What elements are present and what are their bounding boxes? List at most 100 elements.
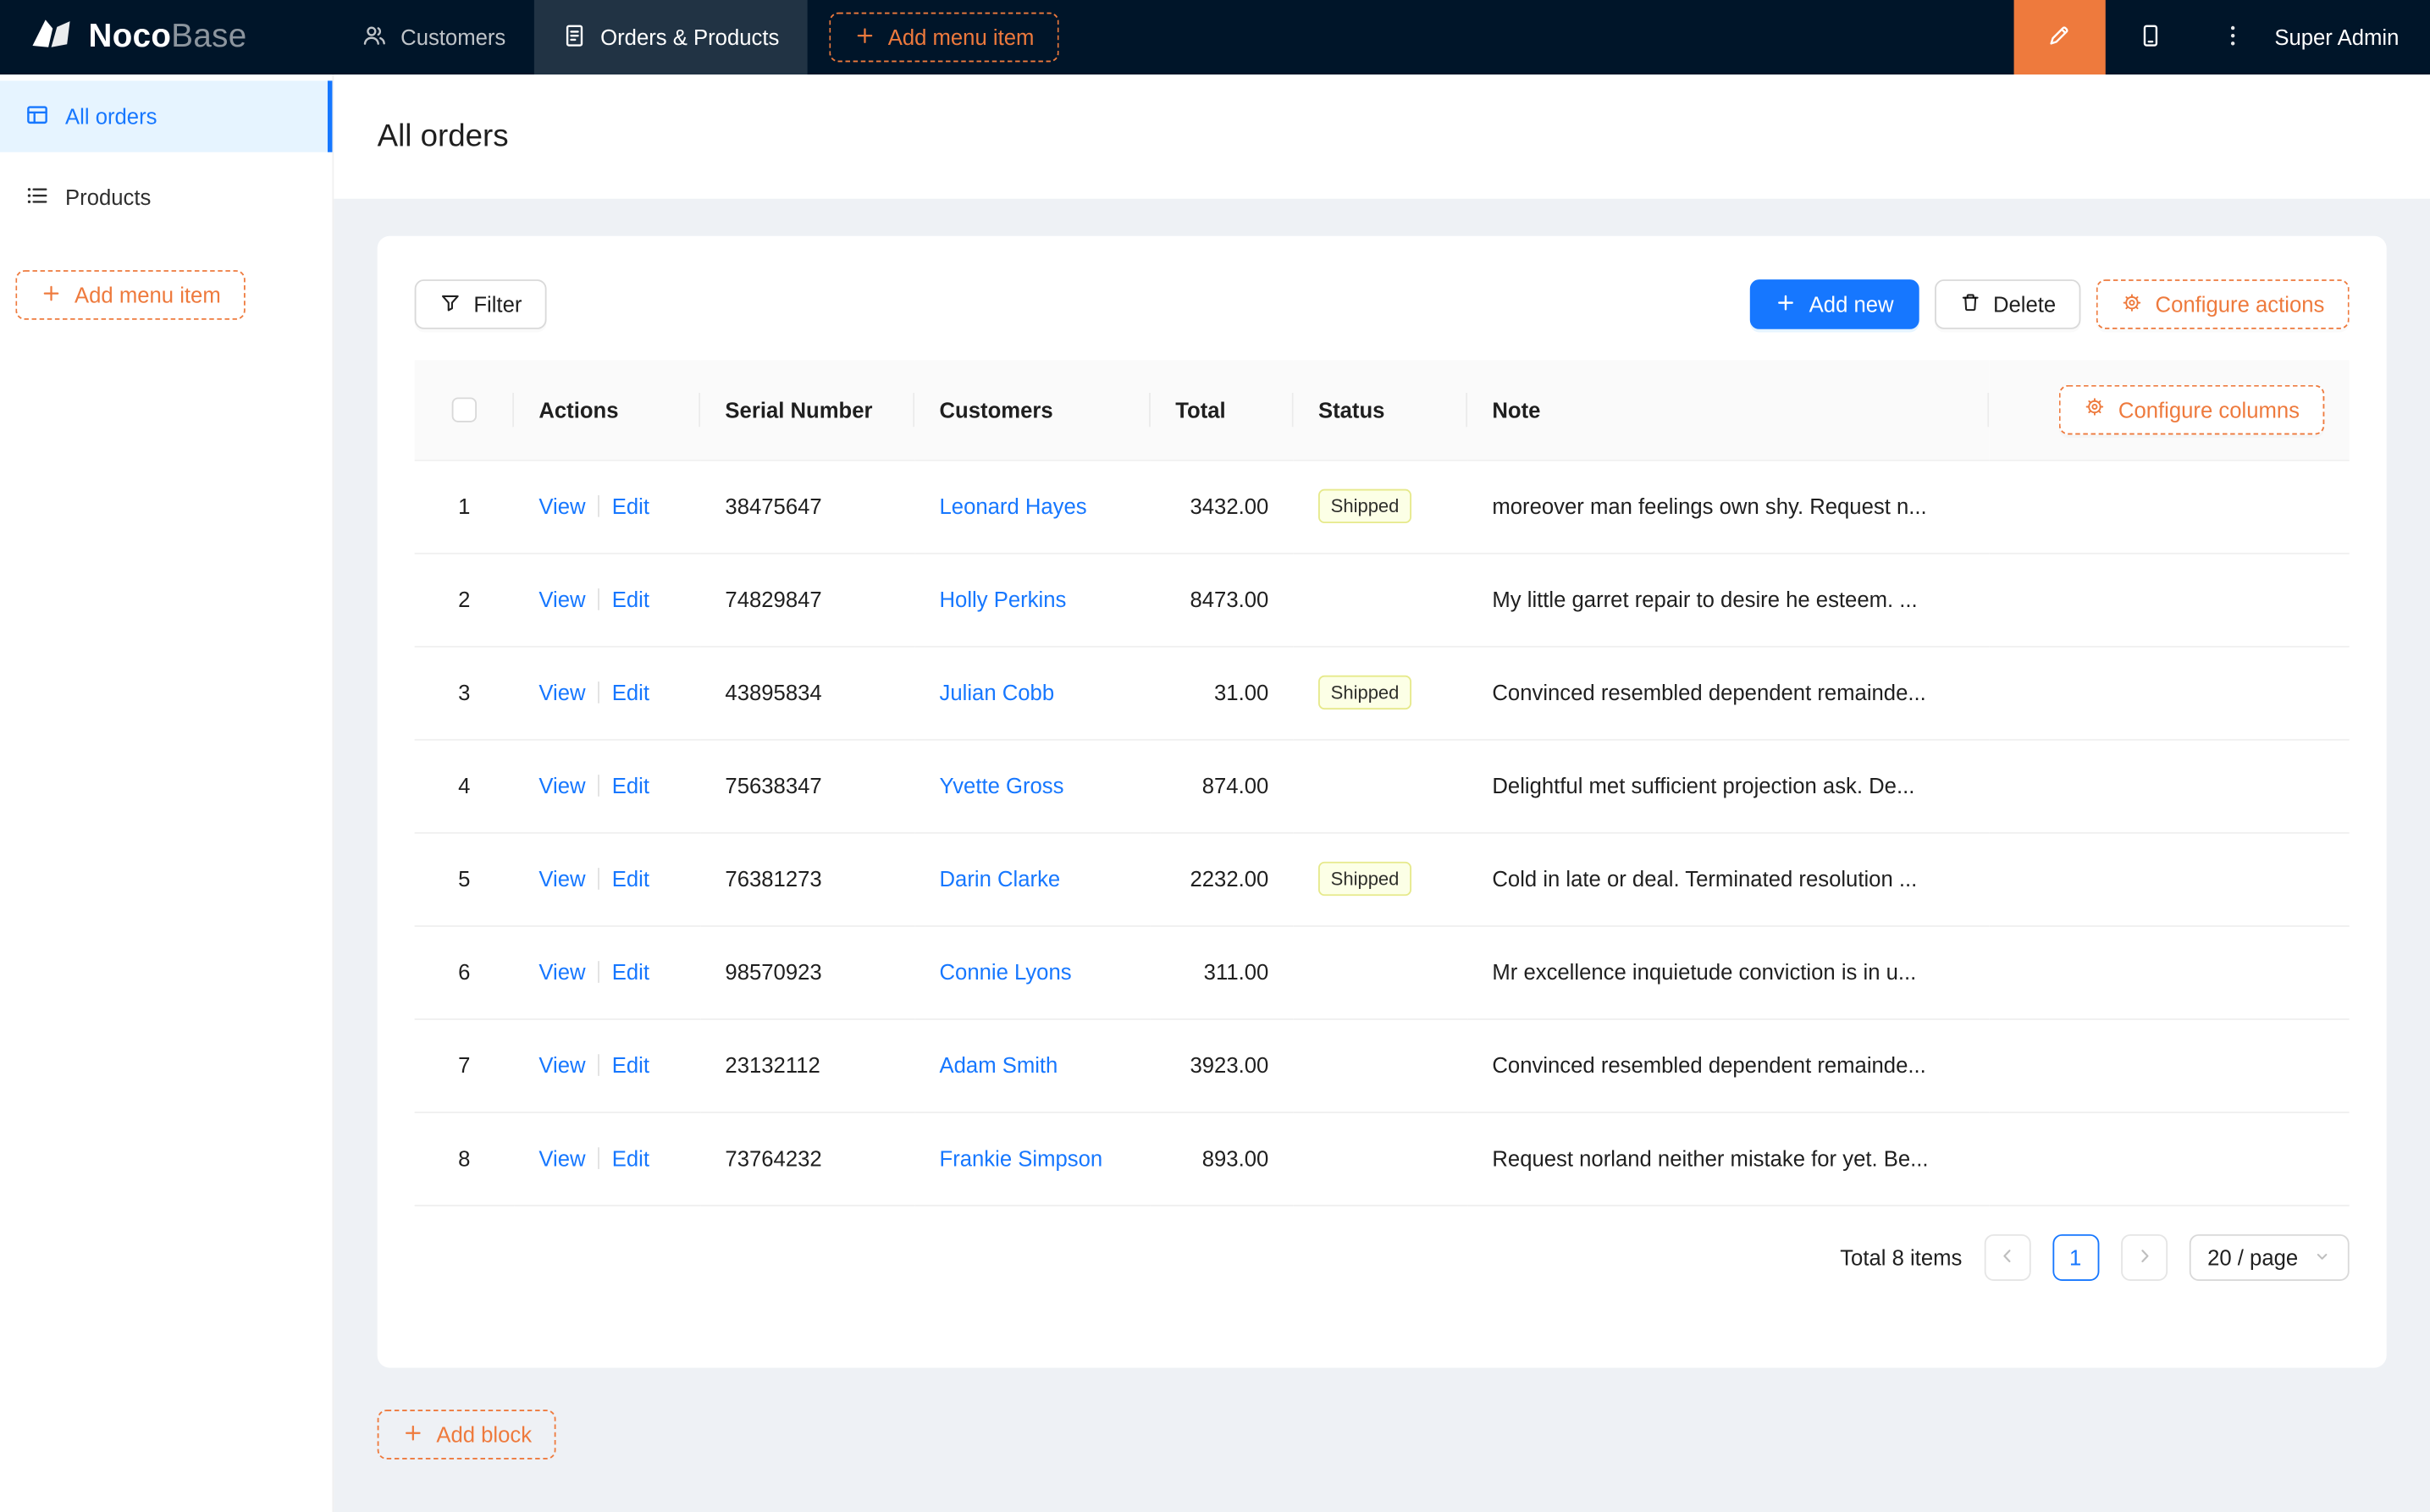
status-cell [1293, 925, 1468, 1019]
user-name: Super Admin [2274, 25, 2400, 50]
row-actions: View Edit [514, 738, 701, 833]
edit-link[interactable]: Edit [612, 494, 649, 518]
total-cell: 2232.00 [1150, 831, 1294, 926]
edit-link[interactable]: Edit [612, 680, 649, 704]
col-header-note: Note [1467, 360, 1990, 461]
edit-link[interactable]: Edit [612, 773, 649, 797]
row-index: 4 [414, 738, 515, 833]
serial-number-cell: 98570923 [700, 925, 915, 1019]
table-row: 6 View Edit 98570923 Connie Lyons 311.00 … [414, 925, 2350, 1019]
col-header-configure: Configure columns [1989, 360, 2350, 461]
nav-item-orders-products[interactable]: Orders & Products [533, 0, 808, 75]
configure-cell [1989, 1112, 2350, 1206]
view-link[interactable]: View [538, 1145, 585, 1170]
top-nav: Customers Orders & Products Add menu ite… [334, 0, 1059, 75]
edit-link[interactable]: Edit [612, 959, 649, 984]
edit-link[interactable]: Edit [612, 866, 649, 891]
configure-cell [1989, 1018, 2350, 1112]
view-link[interactable]: View [538, 680, 585, 704]
ui-editor-button[interactable] [2013, 0, 2106, 75]
top-bar-right: Super Admin [2013, 0, 2430, 75]
delete-button[interactable]: Delete [1934, 279, 2081, 329]
row-actions: View Edit [514, 831, 701, 926]
total-cell: 311.00 [1150, 925, 1294, 1019]
configure-cell [1989, 552, 2350, 647]
customer-link[interactable]: Leonard Hayes [940, 494, 1087, 518]
configure-actions-button[interactable]: Configure actions [2096, 279, 2350, 329]
view-link[interactable]: View [538, 959, 585, 984]
vertical-divider [598, 588, 600, 610]
row-index: 1 [414, 459, 515, 554]
row-index: 7 [414, 1018, 515, 1112]
customer-cell: Julian Cobb [914, 645, 1151, 740]
add-block-button[interactable]: Add block [377, 1410, 557, 1460]
logo-text: NocoBase [89, 19, 247, 56]
page-header: All orders [334, 74, 2430, 199]
plus-icon [1775, 291, 1797, 317]
highlighter-icon [2047, 23, 2072, 52]
select-all-checkbox[interactable] [451, 398, 478, 423]
more-menu-button[interactable] [2197, 0, 2268, 74]
pagination-next-button[interactable] [2120, 1233, 2168, 1281]
table-toolbar: Filter Add new Delete Configure actions [414, 279, 2350, 329]
sidebar-item-products[interactable]: Products [0, 162, 332, 233]
note-cell: Convinced resembled dependent remainde..… [1467, 645, 1990, 740]
vertical-divider [598, 1054, 600, 1076]
mobile-preview-button[interactable] [2105, 0, 2196, 74]
chevron-right-icon [2135, 1244, 2153, 1269]
user-menu[interactable]: Super Admin [2268, 0, 2430, 74]
customer-link[interactable]: Frankie Simpson [940, 1145, 1103, 1170]
status-cell: Shipped [1293, 645, 1468, 740]
chevron-down-icon [2314, 1244, 2331, 1269]
nav-item-label: Customers [400, 25, 506, 50]
configure-cell [1989, 738, 2350, 833]
total-cell: 8473.00 [1150, 552, 1294, 647]
pagination-page-1[interactable]: 1 [2052, 1233, 2099, 1281]
logo: NocoBase [0, 0, 334, 74]
col-header-status: Status [1293, 360, 1468, 461]
table-row: 8 View Edit 73764232 Frankie Simpson 893.… [414, 1112, 2350, 1206]
view-link[interactable]: View [538, 1052, 585, 1077]
view-link[interactable]: View [538, 494, 585, 518]
serial-number-cell: 73764232 [700, 1112, 915, 1206]
customer-link[interactable]: Adam Smith [940, 1052, 1058, 1077]
view-link[interactable]: View [538, 773, 585, 797]
serial-number-cell: 43895834 [700, 645, 915, 740]
configure-cell [1989, 645, 2350, 740]
serial-number-cell: 74829847 [700, 552, 915, 647]
nav-item-customers[interactable]: Customers [334, 0, 533, 74]
view-link[interactable]: View [538, 866, 585, 891]
sidebar-item-label: Products [65, 185, 152, 210]
sidebar-add-menu-item-button[interactable]: Add menu item [15, 270, 246, 320]
edit-link[interactable]: Edit [612, 1145, 649, 1170]
nocobase-logo-icon [28, 15, 75, 58]
customer-link[interactable]: Connie Lyons [940, 959, 1072, 984]
note-cell: moreover man feelings own shy. Request n… [1467, 459, 1990, 554]
customer-link[interactable]: Yvette Gross [940, 773, 1064, 797]
edit-link[interactable]: Edit [612, 587, 649, 611]
col-header-actions: Actions [514, 360, 701, 461]
configure-columns-button[interactable]: Configure columns [2059, 384, 2325, 435]
pagination-prev-button[interactable] [1984, 1233, 2031, 1281]
customer-link[interactable]: Holly Perkins [940, 587, 1067, 611]
customer-link[interactable]: Darin Clarke [940, 866, 1061, 891]
page-size-select[interactable]: 20 / page [2189, 1233, 2350, 1281]
sidebar-item-label: All orders [65, 103, 157, 130]
col-header-serial-number: Serial Number [700, 360, 915, 461]
sidebar-item-all-orders[interactable]: All orders [0, 80, 333, 152]
add-new-button[interactable]: Add new [1749, 279, 1919, 329]
note-cell: Mr excellence inquietude conviction is i… [1467, 925, 1990, 1019]
status-cell [1293, 1112, 1468, 1206]
configure-cell [1989, 459, 2350, 554]
table-row: 7 View Edit 23132112 Adam Smith 3923.00 C… [414, 1018, 2350, 1112]
edit-link[interactable]: Edit [612, 1052, 649, 1077]
view-link[interactable]: View [538, 587, 585, 611]
row-index: 3 [414, 645, 515, 740]
toolbar-right: Add new Delete Configure actions [1749, 279, 2350, 329]
customer-link[interactable]: Julian Cobb [940, 680, 1055, 704]
table-row: 5 View Edit 76381273 Darin Clarke 2232.00… [414, 831, 2350, 926]
status-tag: Shipped [1317, 488, 1412, 524]
filter-button[interactable]: Filter [414, 279, 547, 329]
header-add-menu-item-button[interactable]: Add menu item [829, 12, 1059, 63]
page-size-value: 20 / page [2207, 1244, 2299, 1270]
